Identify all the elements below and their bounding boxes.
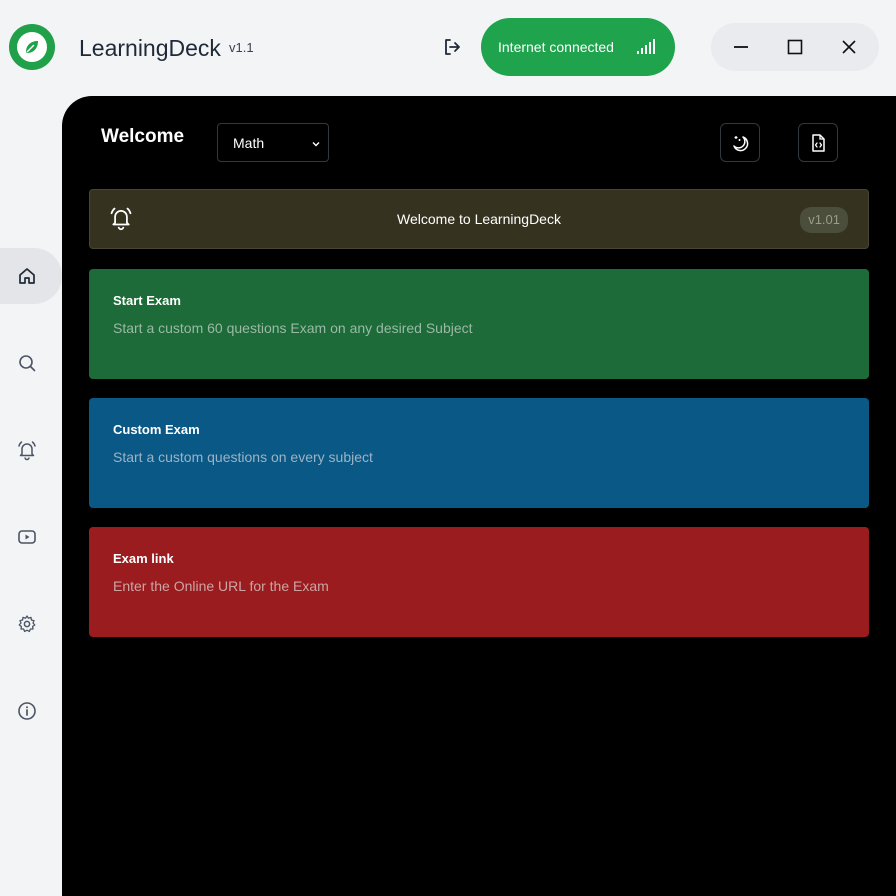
gear-icon bbox=[18, 615, 36, 633]
welcome-banner: Welcome to LearningDeck v1.01 bbox=[89, 189, 869, 249]
home-icon bbox=[19, 268, 35, 284]
moon-stars-icon bbox=[733, 135, 749, 151]
sidebar-item-info[interactable] bbox=[0, 683, 62, 739]
network-status-label: Internet connected bbox=[498, 39, 614, 55]
card-title: Start Exam bbox=[113, 293, 181, 308]
network-status-pill[interactable]: Internet connected bbox=[481, 18, 675, 76]
start-exam-card[interactable]: Start Exam Start a custom 60 questions E… bbox=[89, 269, 869, 379]
maximize-button[interactable] bbox=[771, 23, 819, 71]
sidebar-item-alarm[interactable] bbox=[0, 422, 62, 478]
subject-select[interactable]: Math bbox=[217, 123, 329, 162]
file-code-icon bbox=[812, 133, 825, 152]
info-icon bbox=[18, 702, 36, 720]
alarm-icon bbox=[18, 441, 36, 461]
minimize-icon bbox=[734, 46, 748, 48]
close-button[interactable] bbox=[825, 23, 873, 71]
subject-select-value: Math bbox=[233, 134, 265, 151]
code-file-button[interactable] bbox=[798, 123, 838, 162]
sidebar-item-settings[interactable] bbox=[0, 596, 62, 652]
window-controls bbox=[711, 23, 879, 71]
sidebar-item-search[interactable] bbox=[0, 335, 62, 391]
app-logo bbox=[9, 24, 55, 70]
version-badge: v1.01 bbox=[800, 207, 848, 233]
youtube-icon bbox=[18, 530, 36, 544]
exam-link-card[interactable]: Exam link Enter the Online URL for the E… bbox=[89, 527, 869, 637]
main-panel: Welcome Math Welcome to LearningDeck v1.… bbox=[62, 96, 896, 896]
sidebar-item-video[interactable] bbox=[0, 509, 62, 565]
chevron-down-icon bbox=[312, 142, 320, 147]
maximize-icon bbox=[787, 39, 803, 55]
signal-icon bbox=[637, 39, 655, 54]
card-title: Exam link bbox=[113, 551, 174, 566]
search-icon bbox=[19, 355, 36, 372]
custom-exam-card[interactable]: Custom Exam Start a custom questions on … bbox=[89, 398, 869, 508]
banner-text: Welcome to LearningDeck bbox=[397, 211, 561, 227]
sidebar bbox=[0, 96, 62, 896]
app-version: v1.1 bbox=[229, 40, 254, 55]
leaf-icon bbox=[26, 41, 38, 53]
logout-button[interactable] bbox=[436, 31, 468, 63]
minimize-button[interactable] bbox=[717, 23, 765, 71]
card-title: Custom Exam bbox=[113, 422, 200, 437]
card-description: Start a custom questions on every subjec… bbox=[113, 449, 373, 465]
card-description: Start a custom 60 questions Exam on any … bbox=[113, 320, 473, 336]
logout-icon bbox=[445, 39, 460, 55]
close-icon bbox=[842, 40, 856, 54]
app-title: LearningDeck bbox=[79, 35, 221, 61]
title-bar: LearningDeck v1.1 Internet connected bbox=[0, 0, 896, 96]
card-description: Enter the Online URL for the Exam bbox=[113, 578, 329, 594]
page-title: Welcome bbox=[101, 126, 185, 147]
theme-toggle-button[interactable] bbox=[720, 123, 760, 162]
sidebar-item-home[interactable] bbox=[0, 248, 62, 304]
